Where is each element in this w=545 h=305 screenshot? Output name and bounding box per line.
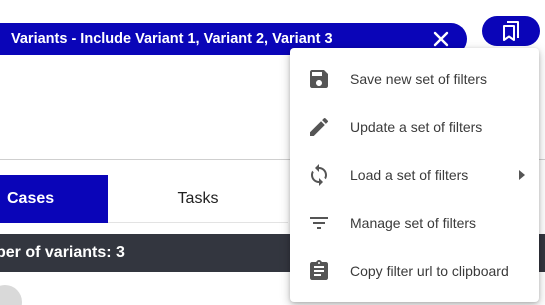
filter-list-icon <box>310 217 328 229</box>
variant-count-label: ber of variants: 3 <box>0 244 125 261</box>
pencil-icon <box>310 117 329 136</box>
menu-item-save-new[interactable]: Save new set of filters <box>290 55 539 103</box>
menu-item-label: Update a set of filters <box>350 119 483 135</box>
filter-chip-label: Variants - Include Variant 1, Variant 2,… <box>11 31 333 47</box>
saved-filters-button[interactable] <box>482 16 540 46</box>
menu-item-label: Load a set of filters <box>350 167 469 183</box>
bookmarks-icon <box>503 21 519 41</box>
submenu-arrow-icon <box>519 170 525 180</box>
menu-item-label: Manage set of filters <box>350 215 477 231</box>
close-icon[interactable] <box>431 29 451 49</box>
save-icon <box>310 70 328 88</box>
tab-cases-label: Cases <box>7 190 55 207</box>
filter-sets-menu: Save new set of filters Update a set of … <box>290 48 539 302</box>
tab-cases[interactable]: Cases <box>0 175 108 223</box>
menu-item-manage[interactable]: Manage set of filters <box>290 199 539 247</box>
sync-icon <box>311 164 327 186</box>
menu-item-load[interactable]: Load a set of filters <box>290 151 539 199</box>
menu-item-update[interactable]: Update a set of filters <box>290 103 539 151</box>
tab-tasks-label: Tasks <box>177 189 219 207</box>
menu-item-label: Copy filter url to clipboard <box>350 263 509 279</box>
menu-item-copy-url[interactable]: Copy filter url to clipboard <box>290 247 539 295</box>
menu-item-label: Save new set of filters <box>350 71 487 87</box>
page: Variants - Include Variant 1, Variant 2,… <box>0 0 545 305</box>
avatar[interactable] <box>0 285 22 305</box>
tab-tasks[interactable]: Tasks <box>108 175 288 223</box>
clipboard-icon <box>310 260 328 280</box>
